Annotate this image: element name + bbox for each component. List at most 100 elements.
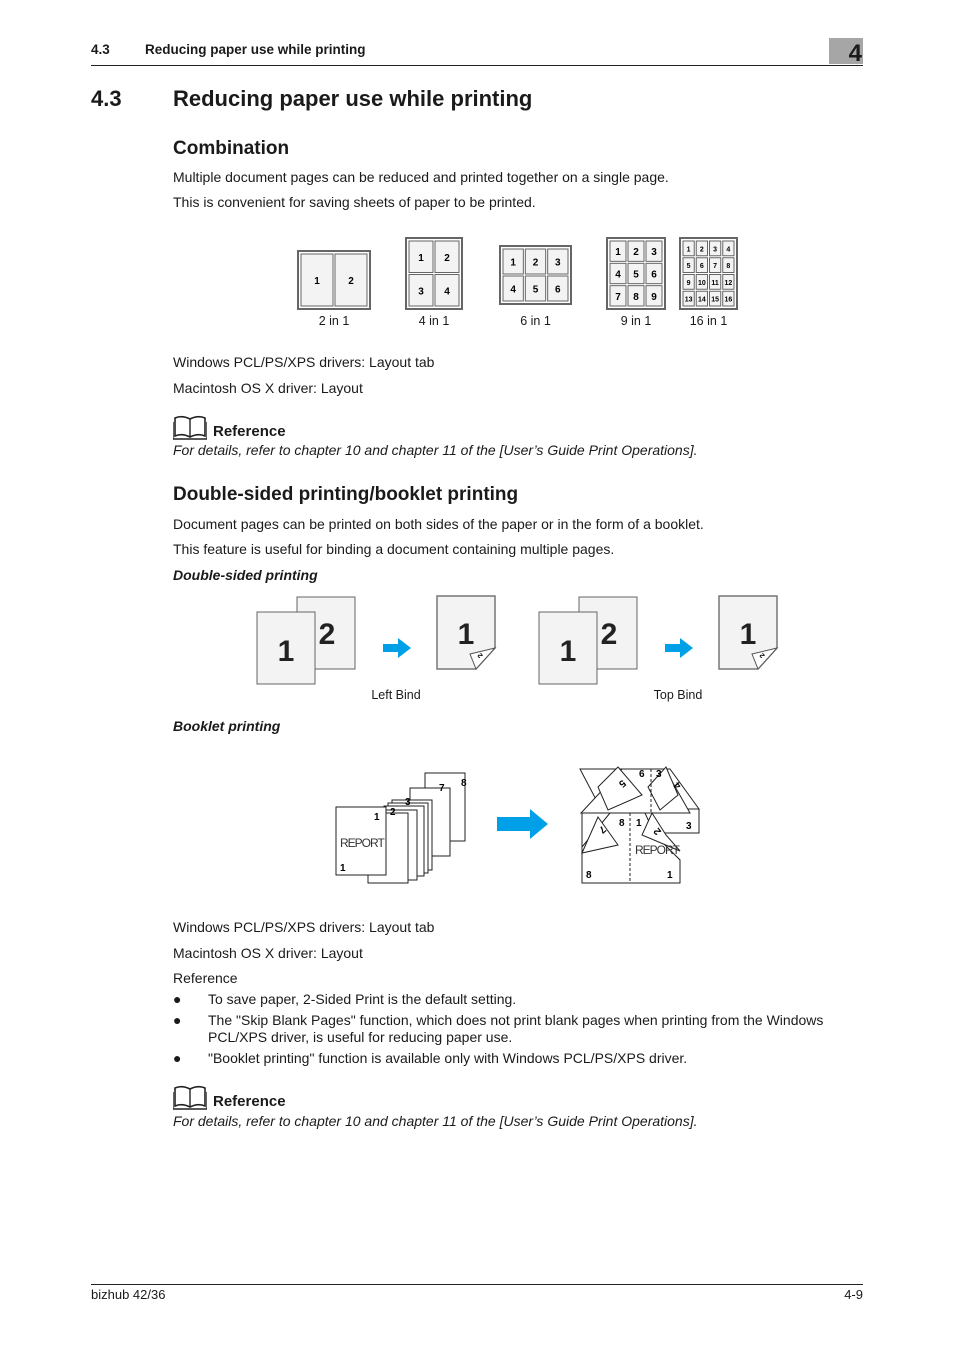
page-number: 16 [724,297,732,304]
layout-label: 9 in 1 [620,314,652,328]
page-number: 6 [555,285,561,296]
page-number: 8 [726,263,730,270]
page-number: 13 [685,297,693,304]
page-number: 7 [439,783,445,794]
paragraph: Document pages can be printed on both si… [173,516,704,532]
page-number: 14 [698,297,706,304]
double-sided-label: Double-sided printing [173,567,318,583]
reference-text: For details, refer to chapter 10 and cha… [173,1113,698,1129]
page-number: 1 [278,635,295,668]
bind-label: Left Bind [371,688,421,702]
bullet-text: To save paper, 2-Sided Print is the defa… [208,991,517,1007]
page-number: 2 [444,253,450,264]
page-number: 9 [687,280,691,287]
section-number: 4.3 [91,86,122,111]
page-number: 6 [639,769,645,780]
duplex-heading: Double-sided printing/booklet printing [173,484,519,505]
page-number: 5 [633,270,639,281]
page-number: 1 [418,253,424,264]
layout-4-figure: 1 2 3 4 5 6 7 8 9 [606,237,666,310]
chapter-tab: 4 [829,38,863,67]
reference-text: For details, refer to chapter 10 and cha… [173,442,698,458]
bullet-icon: ● [173,991,182,1007]
reference-heading: Reference [173,414,286,440]
page-number: 1 [510,258,516,269]
page-number: 6 [700,263,704,270]
paragraph: This is convenient for saving sheets of … [173,194,536,210]
page-title: Reducing paper use while printing [173,86,533,111]
page-number: 2 [319,618,336,651]
arrow-icon [665,638,693,658]
page-number: 1 [636,818,642,829]
cover-title: REPORT [635,843,680,857]
paragraph: This feature is useful for binding a doc… [173,541,615,557]
page-number: 1 [667,870,673,881]
page-number: 1 [314,276,320,287]
combination-heading: Combination [173,138,290,159]
page-number: 1 [458,618,475,651]
bind-label: Top Bind [653,688,703,702]
booklet-label: Booklet printing [173,718,281,734]
arrow-icon [383,638,411,658]
page-number: 10 [698,280,706,287]
page-number: 3 [418,286,424,297]
reference-label: Reference [213,423,286,440]
page-number: 2 [633,247,639,258]
layout-2-figure: 1 2 3 4 [405,237,463,310]
bullet-text: "Booklet printing" function is available… [208,1050,688,1066]
bullet-icon: ● [173,1050,182,1066]
page-number: 1 [374,812,380,823]
page-number: 8 [461,778,467,789]
page-number: 7 [713,263,717,270]
reference-heading: Reference [173,1084,286,1110]
duplex-figure: 2 1 1 2 [256,595,497,685]
page-number: 8 [586,870,592,881]
book-icon [173,1085,207,1110]
page-number: 11 [711,280,719,287]
page-number: 3 [651,247,657,258]
page-number: 2 [700,246,704,253]
layout-3-figure: 1 2 3 4 5 6 [499,245,572,305]
driver-info: Windows PCL/PS/XPS drivers: Layout tab [173,919,435,935]
layout-label: 2 in 1 [318,314,350,328]
layout-1-figure: 12 [297,250,371,310]
arrow-icon [497,809,548,839]
footer-rule [91,1284,863,1285]
page-number: 15 [711,297,719,304]
running-header-title: Reducing paper use while printing [145,42,366,57]
page-number: 1 [560,635,577,668]
cover-title: REPORT [340,836,385,850]
page-number: 4 [444,286,450,297]
page-number: 4 [615,270,621,281]
header-rule [91,65,863,66]
driver-info: Macintosh OS X driver: Layout [173,380,363,396]
layout-label: 16 in 1 [689,314,728,328]
driver-info: Windows PCL/PS/XPS drivers: Layout tab [173,354,435,370]
page-number: 1 [687,246,691,253]
page-number: 8 [633,292,639,303]
page-number: 4 [510,285,516,296]
page-number: 2 [533,258,539,269]
layout-5-figure: 1 2 3 45 6 7 89 10 11 1213 14 15 16 [679,237,738,310]
duplex-figure: 2 1 1 2 [538,595,779,685]
page-number: 3 [713,246,717,253]
reference-label: Reference [213,1093,286,1110]
page-number: 2 [601,618,618,651]
page-number: 9 [651,292,657,303]
bullet-icon: ● [173,1012,182,1028]
page-number: 1 [740,618,757,651]
bullet-text: The "Skip Blank Pages" function, which d… [208,1012,824,1045]
reference-subheading: Reference [173,970,238,986]
booklet-figure: 8 7 3 2 1 REPORT 1 6 3 5 4 3 8 1 7 2 REP… [335,766,700,884]
page-number: 2 [390,807,396,818]
driver-info: Macintosh OS X driver: Layout [173,945,363,961]
page-number: 3 [656,769,662,780]
page-number: 1 [615,247,621,258]
page-number: 7 [615,292,621,303]
layout-label: 4 in 1 [418,314,450,328]
page-number: 3 [686,821,692,832]
page-number: 5 [533,285,539,296]
page-number: 1 [340,863,346,874]
page-number: 5 [687,263,691,270]
page-number: 2 [348,276,354,287]
